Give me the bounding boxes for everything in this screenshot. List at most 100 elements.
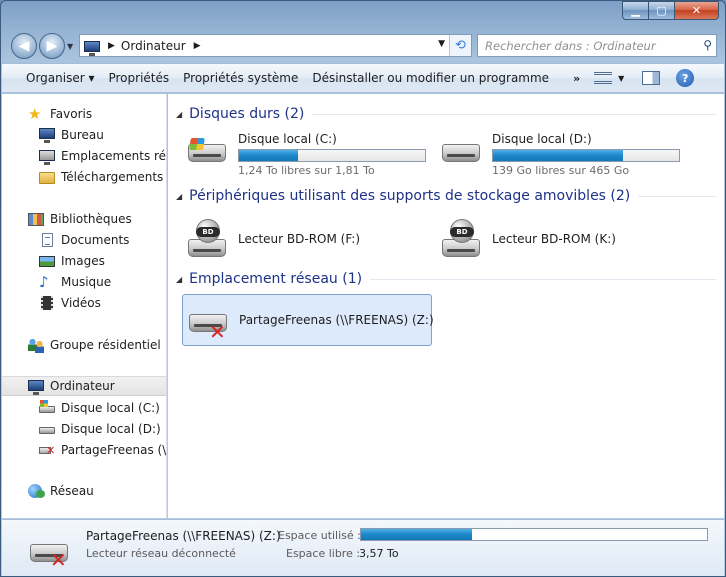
pictures-icon xyxy=(39,253,55,269)
music-icon: ♪ xyxy=(39,273,49,291)
minimize-button[interactable]: ▁ xyxy=(622,1,649,20)
forward-button[interactable]: ▶ xyxy=(39,33,65,59)
sidebar-item-pictures[interactable]: Images xyxy=(2,251,166,271)
sidebar-item-desktop[interactable]: Bureau xyxy=(2,125,166,145)
address-dropdown[interactable]: ▼ xyxy=(438,39,445,49)
search-placeholder: Rechercher dans : Ordinateur xyxy=(485,38,656,53)
sidebar-item-label: Musique xyxy=(61,275,112,289)
sidebar-item-network[interactable]: Réseau xyxy=(2,481,166,501)
used-space-bar-fill xyxy=(361,529,472,540)
details-item-status: Lecteur réseau déconnecté xyxy=(86,547,236,560)
sidebar-item-label: Téléchargements xyxy=(61,170,164,184)
usage-bar-fill xyxy=(239,150,298,161)
drive-tile-c[interactable]: Disque local (C:) 1,24 To libres sur 1,8… xyxy=(184,132,426,182)
more-commands-button[interactable]: » xyxy=(563,72,594,85)
drive-name: Disque local (D:) xyxy=(492,132,592,146)
help-button[interactable]: ? xyxy=(676,69,695,87)
sidebar-item-label: Documents xyxy=(61,233,130,247)
preview-pane-button[interactable] xyxy=(642,71,661,85)
navigation-pane: ★ Favoris Bureau Emplacements récents Té… xyxy=(2,94,167,518)
free-space-text: 139 Go libres sur 465 Go xyxy=(492,164,630,177)
group-label: Périphériques utilisant des supports de … xyxy=(189,188,631,204)
details-pane: ✕ PartageFreenas (\\FREENAS) (Z:) Lecteu… xyxy=(2,519,724,576)
drive-name: Lecteur BD-ROM (K:) xyxy=(492,232,616,246)
group-header-hard-disks[interactable]: ◢ Disques durs (2) xyxy=(176,106,716,122)
breadcrumb-separator[interactable]: ▶ xyxy=(194,41,201,51)
usage-bar-fill xyxy=(493,150,624,161)
breadcrumb-computer[interactable]: Ordinateur xyxy=(121,39,186,53)
drive-tile-d[interactable]: Disque local (D:) 139 Go libres sur 465 … xyxy=(438,132,680,182)
disconnected-network-drive-icon: ✕ xyxy=(185,300,233,342)
sidebar-item-network-drive-z[interactable]: ✕ PartageFreenas (\\FREENAS) (Z:) xyxy=(2,440,167,460)
recent-places-icon xyxy=(39,148,55,165)
group-header-network[interactable]: ◢ Emplacement réseau (1) xyxy=(176,271,716,287)
collapse-icon: ◢ xyxy=(176,191,183,201)
sidebar-item-label: Emplacements récents xyxy=(61,149,167,163)
sidebar-item-favorites[interactable]: ★ Favoris xyxy=(2,104,166,124)
chevron-down-icon: ▼ xyxy=(618,73,625,83)
drive-icon xyxy=(39,421,55,437)
bd-rom-drive-icon: BD xyxy=(438,219,486,259)
close-button[interactable]: ✕ xyxy=(675,1,719,20)
usage-bar xyxy=(238,149,426,162)
change-view-button[interactable]: ▼ xyxy=(594,69,630,87)
sidebar-item-recent-places[interactable]: Emplacements récents xyxy=(2,146,167,166)
group-label: Emplacement réseau (1) xyxy=(189,271,363,287)
network-drive-tile-z[interactable]: ✕ PartageFreenas (\\FREENAS) (Z:) xyxy=(182,294,434,346)
organize-menu[interactable]: Organiser ▾ xyxy=(2,71,108,85)
refresh-icon: ⟲ xyxy=(455,38,466,53)
sidebar-item-documents[interactable]: Documents xyxy=(2,230,166,250)
maximize-button[interactable]: ▢ xyxy=(649,1,675,20)
arrow-right-icon: ▶ xyxy=(46,38,58,54)
details-item-name: PartageFreenas (\\FREENAS) (Z:) xyxy=(86,529,281,543)
system-drive-icon xyxy=(39,400,55,416)
system-properties-button[interactable]: Propriétés système xyxy=(183,71,312,85)
documents-icon xyxy=(39,232,55,248)
sidebar-item-label: Images xyxy=(61,254,105,268)
star-icon: ★ xyxy=(28,105,42,123)
libraries-icon xyxy=(28,211,44,227)
sidebar-item-drive-c[interactable]: Disque local (C:) xyxy=(2,398,166,418)
group-divider xyxy=(638,195,716,197)
properties-button[interactable]: Propriétés xyxy=(108,71,183,85)
collapse-icon: ◢ xyxy=(176,109,183,119)
arrow-left-icon: ◀ xyxy=(18,38,30,54)
sidebar-item-label: Réseau xyxy=(50,484,94,498)
desktop-icon xyxy=(39,127,55,143)
sidebar-item-computer[interactable]: Ordinateur xyxy=(2,376,166,396)
drive-tile-k[interactable]: BD Lecteur BD-ROM (K:) xyxy=(438,214,616,264)
sidebar-item-downloads[interactable]: Téléchargements xyxy=(2,167,166,187)
videos-icon xyxy=(39,295,55,311)
content-pane: ◢ Disques durs (2) Disque local (C:) 1,2… xyxy=(168,94,724,518)
sidebar-item-label: Disque local (D:) xyxy=(61,422,161,436)
drive-tile-f[interactable]: BD Lecteur BD-ROM (F:) xyxy=(184,214,360,264)
sidebar-item-label: Vidéos xyxy=(61,296,101,310)
sidebar-item-label: Disque local (C:) xyxy=(61,401,160,415)
search-box[interactable]: Rechercher dans : Ordinateur ⚲ xyxy=(477,34,717,57)
disconnected-network-drive-icon: ✕ xyxy=(26,530,74,570)
homegroup-icon xyxy=(28,337,44,353)
sidebar-item-label: PartageFreenas (\\FREENAS) (Z:) xyxy=(61,443,167,457)
sidebar-item-label: Bureau xyxy=(61,128,104,142)
disconnected-network-drive-icon: ✕ xyxy=(39,442,55,458)
drive-icon xyxy=(438,132,486,172)
breadcrumb-separator[interactable]: ▶ xyxy=(108,41,115,51)
sidebar-item-homegroup[interactable]: Groupe résidentiel xyxy=(2,335,166,355)
back-button[interactable]: ◀ xyxy=(11,33,37,59)
address-bar[interactable]: ▶ Ordinateur ▶ ▼ ⟲ xyxy=(79,34,472,57)
group-header-removable[interactable]: ◢ Périphériques utilisant des supports d… xyxy=(176,188,716,204)
drive-name: PartageFreenas (\\FREENAS) (Z:) xyxy=(239,313,434,327)
free-space-text: 1,24 To libres sur 1,81 To xyxy=(238,164,375,177)
sidebar-item-videos[interactable]: Vidéos xyxy=(2,293,166,313)
sidebar-item-libraries[interactable]: Bibliothèques xyxy=(2,209,166,229)
refresh-button[interactable]: ⟲ xyxy=(449,35,471,56)
sidebar-item-music[interactable]: ♪ Musique xyxy=(2,272,166,292)
search-icon[interactable]: ⚲ xyxy=(703,38,712,52)
caption-buttons: ▁ ▢ ✕ xyxy=(622,1,719,20)
recent-pages-dropdown[interactable]: ▼ xyxy=(67,42,73,51)
uninstall-program-button[interactable]: Désinstaller ou modifier un programme xyxy=(312,71,563,85)
sidebar-item-drive-d[interactable]: Disque local (D:) xyxy=(2,419,166,439)
usage-bar xyxy=(492,149,680,162)
group-divider xyxy=(370,278,716,280)
bd-rom-drive-icon: BD xyxy=(184,219,232,259)
